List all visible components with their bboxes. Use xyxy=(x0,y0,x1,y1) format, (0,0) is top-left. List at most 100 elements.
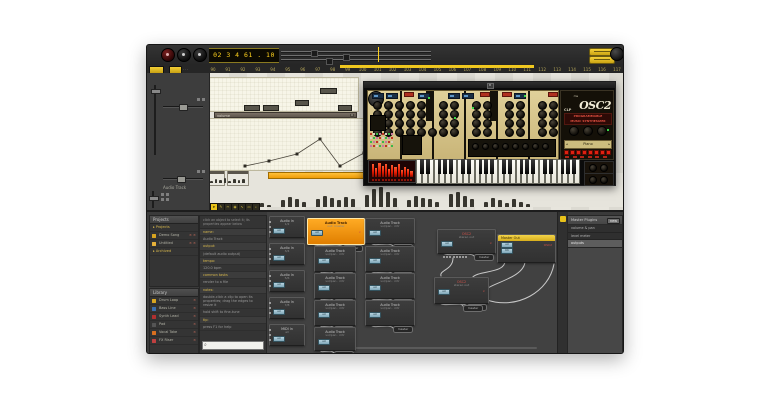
library-row[interactable]: FX Riser× xyxy=(150,337,198,345)
synth-knob[interactable] xyxy=(538,119,547,128)
rack-node-std[interactable]: Audio Trackvol/pan · mtrvol xyxy=(365,300,415,326)
led-button[interactable] xyxy=(376,145,378,147)
mini-knob[interactable] xyxy=(502,143,509,150)
edit-chip[interactable]: vol xyxy=(318,339,330,345)
synth-knob[interactable] xyxy=(439,119,448,128)
property-label-row[interactable]: tempo: xyxy=(200,258,266,265)
wheel-knob[interactable] xyxy=(589,176,597,184)
led-button[interactable] xyxy=(370,141,372,143)
remove-icon[interactable]: × xyxy=(193,305,196,312)
node-pin[interactable] xyxy=(269,248,271,250)
remove-icon[interactable]: × xyxy=(193,297,196,304)
panel-header[interactable]: Library xyxy=(150,289,198,297)
node-pin[interactable] xyxy=(465,256,467,258)
led-button[interactable] xyxy=(391,141,393,143)
synth-knob[interactable] xyxy=(505,101,514,110)
node-pin[interactable] xyxy=(456,256,458,258)
led-button[interactable] xyxy=(373,145,375,147)
plugin-row[interactable]: level meter xyxy=(568,233,622,241)
library-row[interactable]: Drum Loop× xyxy=(150,297,198,305)
solo-dot[interactable] xyxy=(202,98,205,101)
black-key[interactable] xyxy=(525,159,529,174)
led-button[interactable] xyxy=(385,133,387,135)
node-pin[interactable] xyxy=(443,256,445,258)
node-pin[interactable] xyxy=(462,256,464,258)
synth-knob[interactable] xyxy=(516,128,525,137)
rack-node-std[interactable]: Audio Trackvol/pan · mtrvol xyxy=(314,300,356,326)
synth-knob[interactable] xyxy=(516,101,525,110)
mini-knob[interactable] xyxy=(482,143,489,150)
rack-node-devsel[interactable]: Master OutvolOSC2mtr xyxy=(497,234,556,263)
edit-chip[interactable]: vol xyxy=(273,282,285,288)
track-name-label[interactable]: Audio Track xyxy=(163,185,186,190)
synth-knob[interactable] xyxy=(450,101,459,110)
synth-knob[interactable] xyxy=(428,128,437,137)
rack-node-std[interactable]: Audio Trackvol/pan · mtrvol xyxy=(314,273,356,299)
synth-knob[interactable] xyxy=(472,110,481,119)
synth-knob[interactable] xyxy=(417,101,426,110)
synth-knob[interactable] xyxy=(483,101,492,110)
led-button[interactable] xyxy=(376,137,378,139)
remove-icon[interactable]: × xyxy=(193,321,196,328)
mod-wheel-box[interactable] xyxy=(584,173,614,186)
output-pill[interactable]: master xyxy=(393,326,413,333)
synth-knob[interactable] xyxy=(417,110,426,119)
property-label-row[interactable]: name: xyxy=(200,229,266,236)
black-key[interactable] xyxy=(479,159,483,174)
button-dot[interactable] xyxy=(161,193,164,196)
mute-dot[interactable] xyxy=(197,170,200,173)
synth-knob[interactable] xyxy=(549,128,558,137)
mini-knob[interactable] xyxy=(472,143,479,150)
output-pill[interactable]: master xyxy=(463,305,483,312)
rack-node-std[interactable]: Audio Trackvol/pan · mtrvol xyxy=(365,273,415,299)
black-key[interactable] xyxy=(484,159,488,174)
node-pin[interactable] xyxy=(269,334,271,336)
synth-knob[interactable] xyxy=(472,119,481,128)
mute-dot[interactable] xyxy=(197,98,200,101)
node-pin[interactable] xyxy=(459,256,461,258)
led-button[interactable] xyxy=(370,133,372,135)
rack-node-std[interactable]: Audio Trackvol/pan · mtrvol xyxy=(365,246,415,272)
synth-knob[interactable] xyxy=(549,110,558,119)
node-pin[interactable] xyxy=(269,231,271,233)
library-row[interactable]: Bass Line× xyxy=(150,305,198,313)
black-key[interactable] xyxy=(426,159,430,174)
led-button[interactable] xyxy=(385,145,387,147)
edit-chip[interactable]: vol xyxy=(369,230,381,236)
synth-knob[interactable] xyxy=(450,128,459,137)
synth-knob[interactable] xyxy=(538,110,547,119)
next-patch-icon[interactable]: ▸ xyxy=(608,141,610,148)
remove-icon[interactable]: × xyxy=(193,337,196,344)
led-button[interactable] xyxy=(376,141,378,143)
rack-node-std[interactable]: Audio Trackvol/pan · mtrvol xyxy=(314,327,356,351)
blue-slider[interactable] xyxy=(386,93,398,99)
node-pin[interactable] xyxy=(453,256,455,258)
patch-display[interactable]: ◂Piano▸ xyxy=(564,140,612,149)
black-key[interactable] xyxy=(490,159,494,174)
black-key[interactable] xyxy=(572,159,576,174)
rack-node-dev[interactable]: OSC2stereo outvol× xyxy=(434,277,489,304)
synth-knob[interactable] xyxy=(538,101,547,110)
node-pin[interactable] xyxy=(449,256,451,258)
node-pin[interactable] xyxy=(269,258,271,260)
led-button[interactable] xyxy=(385,141,387,143)
led-button[interactable] xyxy=(379,137,381,139)
library-row[interactable]: Pad× xyxy=(150,321,198,329)
red-switch[interactable] xyxy=(480,92,490,97)
synth-knob[interactable] xyxy=(439,110,448,119)
led-button[interactable] xyxy=(385,137,387,139)
node-pin[interactable] xyxy=(269,275,271,277)
plugin-row[interactable]: outputs xyxy=(568,240,622,248)
led-button[interactable] xyxy=(373,137,375,139)
led-button[interactable] xyxy=(382,141,384,143)
synth-knob[interactable] xyxy=(483,128,492,137)
overview-handle[interactable] xyxy=(311,50,318,57)
rack-node-slim[interactable]: Audio In1/2vol xyxy=(269,216,305,238)
edit-chip[interactable]: vol xyxy=(273,228,285,234)
track-fader[interactable] xyxy=(154,85,156,155)
remove-icon[interactable]: × xyxy=(482,289,485,293)
red-switch[interactable] xyxy=(404,92,414,97)
led-button[interactable] xyxy=(388,145,390,147)
black-key[interactable] xyxy=(449,159,453,174)
synth-knob[interactable] xyxy=(406,101,415,110)
